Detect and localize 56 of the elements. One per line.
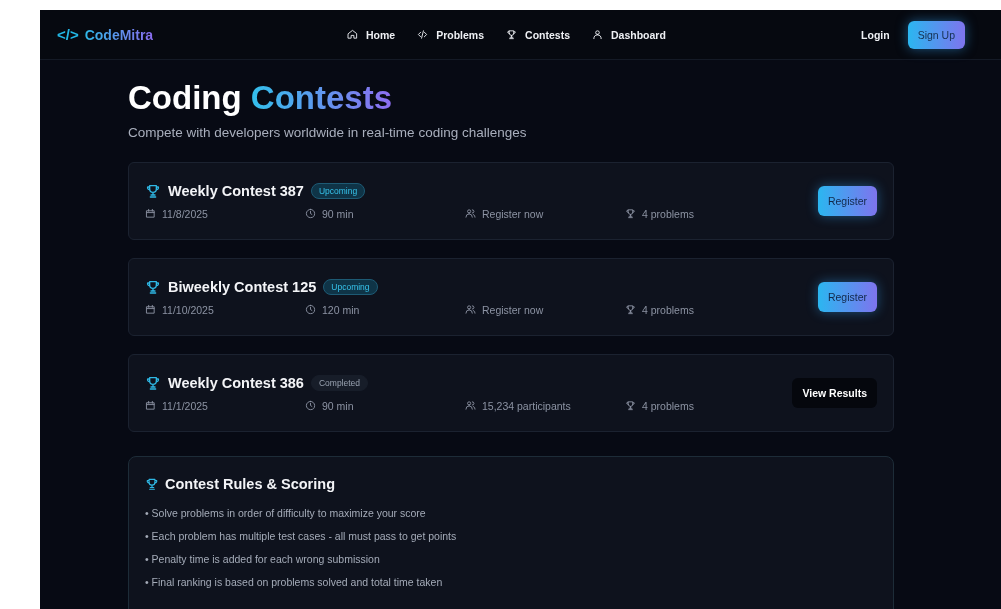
rules-title: Contest Rules & Scoring: [165, 476, 335, 492]
users-icon: [465, 208, 476, 219]
page-subtitle: Compete with developers worldwide in real-time coding challenges: [128, 125, 528, 140]
nav-link[interactable]: Contests: [506, 28, 570, 41]
trophy-icon: [145, 278, 161, 295]
brand-name[interactable]: CodeMitra: [84, 26, 154, 43]
trophy-icon: [145, 477, 159, 491]
users-icon: [465, 400, 476, 411]
contest-date: 11/8/2025: [162, 207, 208, 220]
code-icon: [417, 29, 429, 40]
trophy-icon: [506, 29, 518, 40]
problem-count: 4 problems: [642, 303, 694, 316]
contest-date: 11/10/2025: [162, 303, 214, 316]
login-link[interactable]: Login: [861, 28, 890, 41]
participants-info: Register now: [482, 303, 544, 316]
logo-icon: </>: [57, 26, 79, 43]
status-badge: Upcoming: [310, 182, 366, 199]
problem-count: 4 problems: [642, 207, 694, 220]
trophy-icon: [625, 400, 636, 411]
clock-icon: [305, 208, 316, 219]
rule-item: • Solve problems in order of difficulty to maximize your score: [145, 506, 427, 520]
calendar-icon: [145, 400, 156, 411]
view-results-button[interactable]: View Results: [792, 378, 877, 408]
rule-item: • Final ranking is based on problems solved and total time taken: [145, 575, 444, 589]
user-icon: [592, 29, 603, 40]
register-button[interactable]: Register: [817, 282, 877, 312]
trophy-icon: [145, 182, 161, 199]
trophy-icon: [145, 374, 161, 391]
users-icon: [465, 304, 476, 315]
trophy-icon: [625, 304, 636, 315]
participants-info: Register now: [482, 207, 544, 220]
clock-icon: [305, 304, 316, 315]
status-badge: Upcoming: [323, 278, 378, 295]
rule-item: • Penalty time is added for each wrong submission: [145, 552, 381, 566]
contest-title: Weekly Contest 387: [168, 182, 304, 199]
trophy-icon: [625, 208, 636, 219]
clock-icon: [305, 400, 316, 411]
calendar-icon: [145, 304, 156, 315]
rule-item: • Each problem has multiple test cases - all must pass to get points: [145, 529, 458, 543]
contest-title: Biweekly Contest 125: [168, 278, 317, 295]
sign-up-button[interactable]: Sign Up: [907, 20, 965, 49]
contest-duration: 120 min: [322, 303, 360, 316]
contest-date: 11/1/2025: [162, 399, 208, 412]
problem-count: 4 problems: [642, 399, 694, 412]
contest-duration: 90 min: [322, 399, 354, 412]
contest-title: Weekly Contest 386: [168, 374, 304, 391]
contest-duration: 90 min: [322, 207, 354, 220]
page-title: Coding Contests: [128, 78, 393, 118]
calendar-icon: [145, 208, 156, 219]
nav-link[interactable]: Problems: [417, 28, 485, 41]
nav-link[interactable]: Dashboard: [592, 28, 666, 41]
home-icon: [347, 29, 358, 40]
status-badge: Completed: [310, 374, 369, 391]
register-button[interactable]: Register: [817, 186, 877, 216]
nav-link[interactable]: Home: [347, 28, 396, 41]
participants-info: 15,234 participants: [482, 399, 571, 412]
